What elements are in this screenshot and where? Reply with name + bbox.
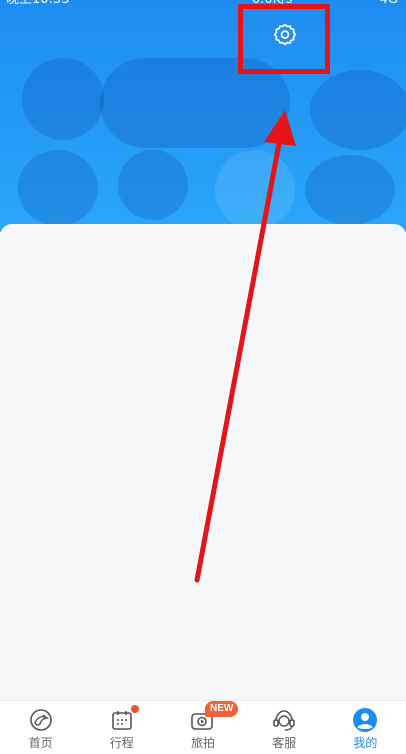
calendar-icon bbox=[108, 705, 139, 733]
decor-bubble bbox=[305, 155, 395, 225]
headset-icon bbox=[270, 707, 298, 733]
tab-me[interactable]: 我的 bbox=[325, 701, 406, 754]
settings-button[interactable] bbox=[272, 22, 298, 48]
gear-icon bbox=[273, 23, 297, 46]
notification-dot bbox=[130, 705, 139, 713]
user-icon bbox=[351, 707, 379, 733]
decor-bubble bbox=[215, 150, 295, 230]
decor-bubble bbox=[22, 58, 104, 140]
decor-bubble bbox=[18, 150, 98, 226]
status-bar: 晚上10:33 0.0K/s 4G bbox=[0, 0, 406, 8]
tab-home[interactable]: 首页 bbox=[0, 701, 81, 754]
profile-header: 晚上10:33 0.0K/s 4G bbox=[0, 0, 406, 232]
status-network-speed: 0.0K/s bbox=[252, 0, 292, 8]
decor-bubble bbox=[310, 70, 406, 150]
camera-icon: NEW bbox=[189, 701, 239, 733]
tab-label: 客服 bbox=[272, 736, 297, 750]
tab-itinerary[interactable]: 行程 bbox=[81, 701, 162, 754]
status-time: 晚上10:33 bbox=[6, 0, 69, 8]
tab-label: 旅拍 bbox=[191, 736, 216, 750]
tab-travel-photo[interactable]: NEW 旅拍 bbox=[162, 701, 243, 754]
home-logo-icon bbox=[27, 707, 55, 733]
decor-bubble bbox=[118, 150, 188, 220]
bottom-tab-bar: 首页 行程 NEW 旅拍 客服 我的 bbox=[0, 700, 406, 754]
main-content bbox=[0, 224, 406, 702]
tab-label: 首页 bbox=[28, 736, 53, 750]
decor-bubble bbox=[100, 58, 290, 148]
status-signal: 4G bbox=[380, 0, 398, 8]
tab-customer-service[interactable]: 客服 bbox=[244, 701, 325, 754]
tab-label: 我的 bbox=[353, 736, 378, 750]
tab-label: 行程 bbox=[109, 736, 134, 750]
new-badge: NEW bbox=[205, 701, 239, 717]
